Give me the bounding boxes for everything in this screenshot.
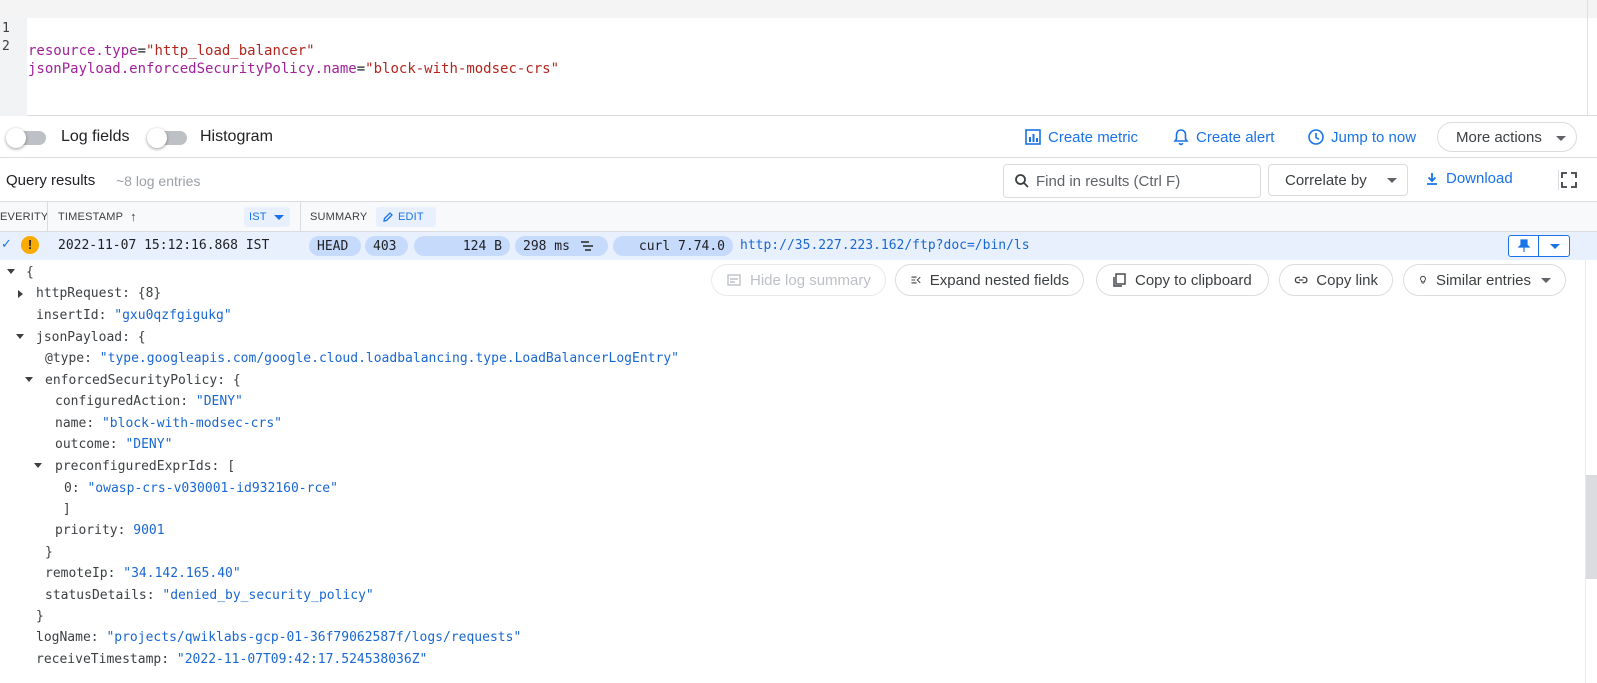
status-chip[interactable]: 403 <box>365 236 408 256</box>
correlate-by-dropdown[interactable]: Correlate by <box>1268 164 1408 196</box>
field-type[interactable]: @type: "type.googleapis.com/google.cloud… <box>45 348 679 370</box>
collapse-root-icon[interactable] <box>7 269 15 274</box>
create-metric-button[interactable]: Create metric <box>1024 126 1138 148</box>
sort-ascending-icon[interactable]: ↑ <box>130 209 137 224</box>
size-chip[interactable]: 124 B <box>414 236 510 256</box>
query-results-bar: Query results ~8 log entries Find in res… <box>0 158 1597 202</box>
line-number: 2 <box>2 39 10 54</box>
histogram-label: Histogram <box>200 128 273 145</box>
query-field: jsonPayload.enforcedSecurityPolicy.name <box>28 61 357 77</box>
field-jsonpayload[interactable]: jsonPayload: { <box>36 327 146 349</box>
lightbulb-icon <box>1420 275 1426 284</box>
query-line-2[interactable]: 2 jsonPayload.enforcedSecurityPolicy.nam… <box>0 14 1597 77</box>
column-summary: SUMMARY <box>310 211 368 223</box>
results-scrollbar-thumb[interactable] <box>1586 475 1597 579</box>
field-enforcedsecuritypolicy[interactable]: enforcedSecurityPolicy: { <box>45 370 241 392</box>
link-icon <box>1294 276 1308 284</box>
field-logname[interactable]: logName: "projects/qwiklabs-gcp-01-36f79… <box>36 627 521 649</box>
bell-icon <box>1173 129 1189 146</box>
field-insertid[interactable]: insertId: "gxu0qzfgigukg" <box>36 305 232 327</box>
download-button[interactable]: Download <box>1424 170 1513 187</box>
array-close-bracket: ] <box>55 502 71 517</box>
field-remoteip[interactable]: remoteIp: "34.142.165.40" <box>45 563 241 585</box>
collapse-jsonpayload-icon[interactable] <box>16 334 24 339</box>
waterfall-icon <box>580 241 593 251</box>
request-url[interactable]: http://35.227.223.162/ftp?doc=/bin/ls <box>740 238 1030 253</box>
chevron-down-icon <box>1556 136 1566 141</box>
latency-chip[interactable]: 298 ms <box>515 236 608 256</box>
fullscreen-icon[interactable] <box>1558 170 1578 190</box>
log-fields-toggle[interactable] <box>6 128 50 148</box>
pencil-icon <box>383 212 393 222</box>
field-receivetimestamp[interactable]: receiveTimestamp: "2022-11-07T09:42:17.5… <box>36 649 427 671</box>
copy-icon <box>1113 273 1126 287</box>
expand-httprequest-icon[interactable] <box>18 290 23 298</box>
field-name[interactable]: name: "block-with-modsec-crs" <box>55 413 282 435</box>
query-results-title: Query results <box>6 172 96 189</box>
query-field: resource.type <box>28 43 138 59</box>
log-fields-label: Log fields <box>61 128 130 145</box>
search-icon <box>1015 174 1029 188</box>
results-toolbar: Log fields Histogram Create metric Creat… <box>0 116 1597 158</box>
field-outcome[interactable]: outcome: "DENY" <box>55 434 172 456</box>
chevron-down-icon[interactable] <box>1540 236 1570 256</box>
histogram-toggle[interactable] <box>147 128 191 148</box>
find-in-results-input[interactable]: Find in results (Ctrl F) <box>1003 164 1261 198</box>
copy-link-button[interactable]: Copy link <box>1279 264 1393 296</box>
field-statusdetails[interactable]: statusDetails: "denied_by_security_polic… <box>45 585 374 607</box>
metric-icon <box>1025 129 1041 145</box>
edit-summary-button[interactable]: EDIT <box>376 207 436 227</box>
more-actions-button[interactable]: More actions <box>1437 122 1577 152</box>
chevron-down-icon <box>1387 178 1397 183</box>
expand-nested-fields-button[interactable]: Expand nested fields <box>895 264 1084 296</box>
expand-icon <box>911 276 921 284</box>
field-httprequest[interactable]: httpRequest: {8} <box>36 283 161 305</box>
download-icon <box>1427 172 1437 185</box>
jump-to-now-button[interactable]: Jump to now <box>1307 126 1416 148</box>
chevron-down-icon <box>1541 277 1551 283</box>
json-open-brace: { <box>26 265 34 280</box>
summary-icon <box>727 274 741 286</box>
field-preconfiguredexprids[interactable]: preconfiguredExprIds: [ <box>55 456 235 478</box>
object-close-brace: } <box>36 609 44 624</box>
user-agent-chip[interactable]: curl 7.74.0 <box>613 236 733 256</box>
field-priority[interactable]: priority: 9001 <box>55 520 165 542</box>
results-scroll-track <box>1585 260 1586 683</box>
query-value: "block-with-modsec-crs" <box>365 61 560 77</box>
similar-entries-button[interactable]: Similar entries <box>1403 264 1566 296</box>
log-entry-detail: Hide log summary Expand nested fields Co… <box>0 260 1597 683</box>
query-editor[interactable]: 1 resource.type="http_load_balancer" 2 j… <box>0 0 1597 116</box>
log-entry-row[interactable]: ✓ ! 2022-11-07 15:12:16.868 IST HEAD 403… <box>0 232 1597 260</box>
log-table-header: EVERITY TIMESTAMP ↑ IST SUMMARY EDIT <box>0 202 1597 232</box>
create-alert-button[interactable]: Create alert <box>1172 126 1274 148</box>
collapse-enforcedsecuritypolicy-icon[interactable] <box>25 377 33 382</box>
copy-to-clipboard-button[interactable]: Copy to clipboard <box>1096 264 1269 296</box>
column-timestamp[interactable]: TIMESTAMP <box>58 211 123 223</box>
log-timestamp: 2022-11-07 15:12:16.868 IST <box>58 238 270 253</box>
editor-scrollbar[interactable] <box>1587 0 1597 116</box>
collapse-preconfiguredexprids-icon[interactable] <box>34 463 42 468</box>
log-entry-count: ~8 log entries <box>116 173 201 189</box>
hide-log-summary-button[interactable]: Hide log summary <box>711 264 886 296</box>
clock-icon <box>1308 129 1324 145</box>
pin-icon[interactable] <box>1509 236 1539 256</box>
method-chip[interactable]: HEAD <box>309 236 361 256</box>
warning-icon: ! <box>21 236 39 254</box>
field-preconfiguredexprids-0[interactable]: 0: "owasp-crs-v030001-id932160-rce" <box>64 478 338 500</box>
object-close-brace: } <box>45 545 53 560</box>
column-severity[interactable]: EVERITY <box>0 211 48 223</box>
timezone-selector[interactable]: IST <box>244 207 290 227</box>
pin-entry-control[interactable] <box>1508 235 1570 257</box>
chevron-down-icon <box>274 215 284 220</box>
expanded-check-icon: ✓ <box>1 236 12 251</box>
field-configuredaction[interactable]: configuredAction: "DENY" <box>55 391 243 413</box>
query-value: "http_load_balancer" <box>146 43 315 59</box>
